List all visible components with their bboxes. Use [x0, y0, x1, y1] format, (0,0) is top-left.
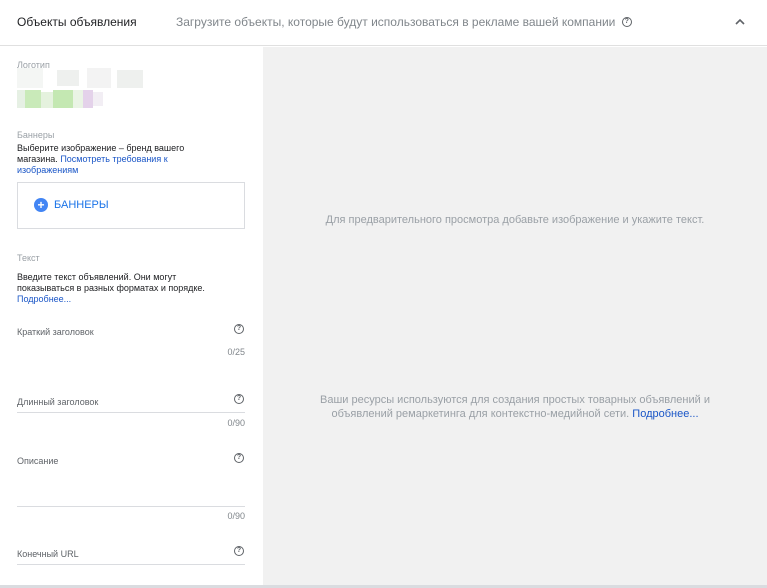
banners-description: Выберите изображение – бренд вашего мага… — [17, 143, 227, 176]
text-section-label: Текст — [17, 253, 40, 263]
ad-preview-panel: Для предварительного просмотра добавьте … — [263, 47, 767, 588]
description-input[interactable] — [17, 506, 245, 507]
text-section-description: Введите текст объявлений. Они могут пока… — [17, 272, 232, 305]
long-headline-label: Длинный заголовок — [17, 397, 99, 407]
add-banners-button[interactable]: + БАННЕРЫ — [34, 198, 109, 212]
short-headline-counter: 0/25 — [227, 347, 245, 357]
preview-info: Ваши ресурсы используются для создания п… — [263, 393, 767, 421]
long-headline-counter: 0/90 — [227, 418, 245, 428]
section-description-text: Загрузите объекты, которые будут использ… — [176, 15, 616, 29]
final-url-input[interactable] — [17, 564, 245, 565]
learn-more-link[interactable]: Подробнее... — [17, 294, 71, 304]
logo-image[interactable] — [17, 68, 147, 113]
section-title: Объекты объявления — [17, 15, 137, 29]
help-icon[interactable]: ? — [621, 16, 632, 27]
chevron-up-icon[interactable] — [732, 14, 748, 30]
final-url-label: Конечный URL — [17, 549, 79, 559]
long-headline-input[interactable] — [17, 412, 245, 413]
banner-upload-box: + БАННЕРЫ — [17, 182, 245, 229]
add-banners-label: БАННЕРЫ — [54, 199, 109, 211]
description-counter: 0/90 — [227, 511, 245, 521]
section-description: Загрузите объекты, которые будут использ… — [176, 15, 632, 29]
short-headline-label: Краткий заголовок — [17, 327, 94, 337]
section-header[interactable]: Объекты объявления Загрузите объекты, ко… — [0, 0, 767, 46]
banners-label: Баннеры — [17, 130, 55, 140]
short-headline-help-icon[interactable]: ? — [234, 324, 244, 334]
preview-placeholder: Для предварительного просмотра добавьте … — [325, 214, 705, 226]
description-label: Описание — [17, 456, 59, 466]
description-help-icon[interactable]: ? — [234, 453, 244, 463]
plus-icon: + — [34, 198, 48, 212]
final-url-help-icon[interactable]: ? — [234, 546, 244, 556]
text-section-description-text: Введите текст объявлений. Они могут пока… — [17, 272, 205, 293]
preview-learn-more-link[interactable]: Подробнее... — [632, 408, 698, 420]
long-headline-help-icon[interactable]: ? — [234, 394, 244, 404]
